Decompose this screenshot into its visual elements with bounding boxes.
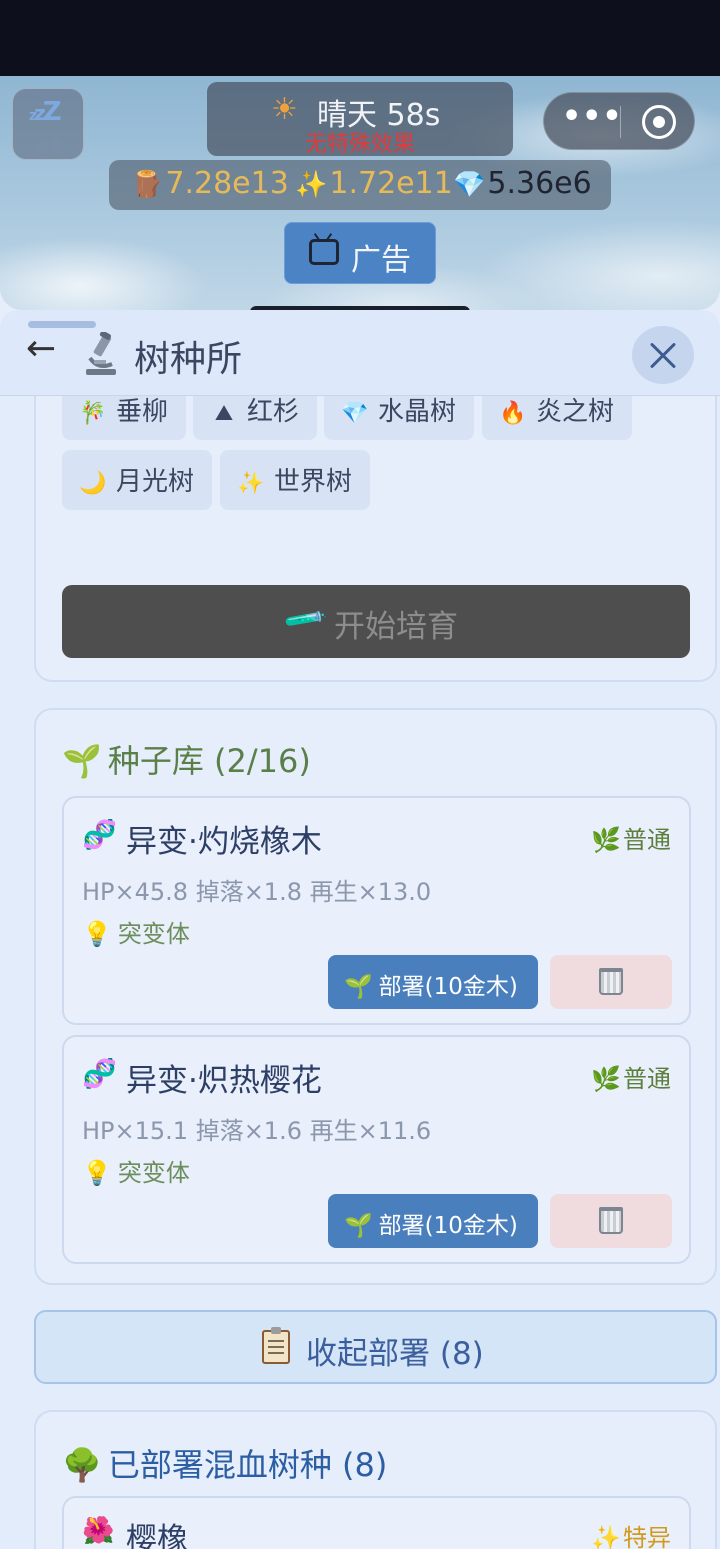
more-menu-icon[interactable]: ••• xyxy=(562,99,623,134)
start-breeding-label: 开始培育 xyxy=(334,609,458,645)
trait-text: 突变体 xyxy=(117,1159,190,1187)
resource-bar: 🪵7.28e13 ✨1.72e11 💎5.36e6 xyxy=(109,160,611,210)
wood-log-icon: 🪵 xyxy=(131,170,164,200)
panel-header: ← 树种所 xyxy=(0,310,720,396)
back-arrow-icon[interactable]: ← xyxy=(26,328,56,369)
test-tube-icon: 🧪 xyxy=(281,595,330,644)
seed-trait: 💡 突变体 xyxy=(82,914,190,949)
wood-value: 7.28e13 xyxy=(165,166,289,201)
seed-name: 异变·灼烧橡木 xyxy=(126,824,322,860)
tree-chip-label: 垂柳 xyxy=(116,397,169,427)
fire-icon: 🔥 xyxy=(499,401,527,426)
close-panel-button[interactable] xyxy=(632,326,694,384)
gem-icon: 💎 xyxy=(453,170,486,200)
tree-chip-moonlight-tree[interactable]: 🌙 月光树 xyxy=(62,450,212,510)
rarity-badge: 🌿普通 xyxy=(591,1059,671,1094)
seed-bank-card: 🌱 种子库 (2/16) 🧬 异变·灼烧橡木 🌿普通 HP×45.8 掉落×1.8… xyxy=(34,708,717,1285)
tree-chip-label: 炎之树 xyxy=(536,397,615,427)
seed-item: 🧬 异变·灼烧橡木 🌿普通 HP×45.8 掉落×1.8 再生×13.0 💡 突变… xyxy=(62,796,691,1025)
rarity-text: 普通 xyxy=(623,1065,671,1093)
seed-trait: 💡 突变体 xyxy=(82,1153,190,1188)
deployed-title: 🌳 已部署混血树种 (8) xyxy=(62,1440,387,1486)
deploy-label: 部署(10金木) xyxy=(378,1213,518,1239)
trait-text: 突变体 xyxy=(117,920,190,948)
tree-chip-label: 世界树 xyxy=(274,467,353,497)
weather-panel: ☀ 晴天 58s 无特殊效果 xyxy=(207,82,513,157)
hibiscus-icon: 🌺 xyxy=(82,1516,115,1546)
crescent-moon-icon: 🌙 xyxy=(79,471,107,496)
collapse-deployed-label: 收起部署 (8) xyxy=(306,1336,484,1372)
tree-chip-label: 红杉 xyxy=(247,397,300,427)
deploy-label: 部署(10金木) xyxy=(378,974,518,1000)
trash-can-icon xyxy=(599,968,623,995)
trash-can-icon xyxy=(599,1207,623,1234)
seedling-icon: 🌱 xyxy=(344,1213,373,1239)
close-miniprogram-icon[interactable] xyxy=(642,105,676,139)
seed-bank-title-text: 种子库 (2/16) xyxy=(107,742,311,780)
herb-icon: 🌿 xyxy=(591,826,621,854)
seedling-icon: 🌱 xyxy=(62,742,102,780)
resource-gem: 💎5.36e6 xyxy=(453,166,592,201)
power-save-label: 省电 xyxy=(35,140,63,156)
weather-effect-text: 无特殊效果 xyxy=(304,132,415,157)
deploy-button[interactable]: 🌱 部署(10金木) xyxy=(328,955,538,1009)
ad-button-label: 广告 xyxy=(351,243,411,278)
sparkle-icon: ✨ xyxy=(295,170,328,200)
seed-item: 🧬 异变·炽热樱花 🌿普通 HP×15.1 掉落×1.6 再生×11.6 💡 突变… xyxy=(62,1035,691,1264)
system-status-bar xyxy=(0,0,720,76)
power-save-button[interactable]: zzZ 省电 xyxy=(12,88,84,160)
gem-icon: 💎 xyxy=(341,401,369,426)
dna-icon: 🧬 xyxy=(82,1057,117,1090)
drag-handle[interactable] xyxy=(28,321,96,328)
deployed-item[interactable]: 🌺 樱橡 ✨特异 xyxy=(62,1496,691,1549)
light-bulb-icon: 💡 xyxy=(82,920,112,948)
rarity-text: 普通 xyxy=(623,826,671,854)
microscope-icon xyxy=(86,332,116,375)
tree-icon: 🌳 xyxy=(62,1446,102,1484)
seed-stats: HP×45.8 掉落×1.8 再生×13.0 xyxy=(82,878,432,906)
delete-seed-button[interactable] xyxy=(550,1194,672,1248)
rarity-text: 特异 xyxy=(623,1524,671,1549)
tree-chip-label: 月光树 xyxy=(116,467,195,497)
sleep-zzz-icon: zzZ xyxy=(29,97,62,127)
start-breeding-button[interactable]: 🧪 开始培育 xyxy=(62,585,690,658)
panel-title: 树种所 xyxy=(134,339,243,380)
resource-sparkle: ✨1.72e11 xyxy=(295,166,453,201)
rarity-badge: ✨特异 xyxy=(591,1518,671,1549)
tv-icon xyxy=(309,239,339,265)
sparkle-icon: ✨ xyxy=(591,1524,621,1549)
collapse-deployed-button[interactable]: 收起部署 (8) xyxy=(34,1310,717,1384)
tree-chip-world-tree[interactable]: ✨ 世界树 xyxy=(220,450,370,510)
sparkle-icon: ✨ xyxy=(237,471,265,496)
seed-lab-panel: ← 树种所 🎋 垂柳 ⛰ 红杉 💎 水晶树 🔥 炎之树 🌙 月光树 ✨ 世界树 🧪 开始培育… xyxy=(0,310,720,1549)
rarity-badge: 🌿普通 xyxy=(591,820,671,855)
resource-wood: 🪵7.28e13 xyxy=(131,166,289,201)
deploy-button[interactable]: 🌱 部署(10金木) xyxy=(328,1194,538,1248)
miniprogram-capsule: ••• xyxy=(543,92,695,150)
tree-chip-label: 水晶树 xyxy=(378,397,457,427)
deployed-item-name: 樱橡 xyxy=(126,1522,188,1549)
bamboo-icon: 🎋 xyxy=(79,401,107,426)
delete-seed-button[interactable] xyxy=(550,955,672,1009)
dna-icon: 🧬 xyxy=(82,818,117,851)
clipboard-icon xyxy=(262,1327,290,1364)
capsule-divider xyxy=(620,106,621,138)
mountain-icon: ⛰ xyxy=(214,401,234,426)
light-bulb-icon: 💡 xyxy=(82,1159,112,1187)
deployed-title-text: 已部署混血树种 (8) xyxy=(107,1446,388,1484)
deployed-hybrids-card: 🌳 已部署混血树种 (8) 🌺 樱橡 ✨特异 xyxy=(34,1410,717,1549)
herb-icon: 🌿 xyxy=(591,1065,621,1093)
ad-button[interactable]: 广告 xyxy=(284,222,436,284)
seed-bank-title: 🌱 种子库 (2/16) xyxy=(62,736,311,782)
seedling-icon: 🌱 xyxy=(344,974,373,1000)
sun-icon: ☀ xyxy=(271,92,298,127)
seed-name: 异变·炽热樱花 xyxy=(126,1063,322,1099)
gem-value: 5.36e6 xyxy=(487,166,592,201)
seed-stats: HP×15.1 掉落×1.6 再生×11.6 xyxy=(82,1117,432,1145)
sparkle-value: 1.72e11 xyxy=(329,166,453,201)
